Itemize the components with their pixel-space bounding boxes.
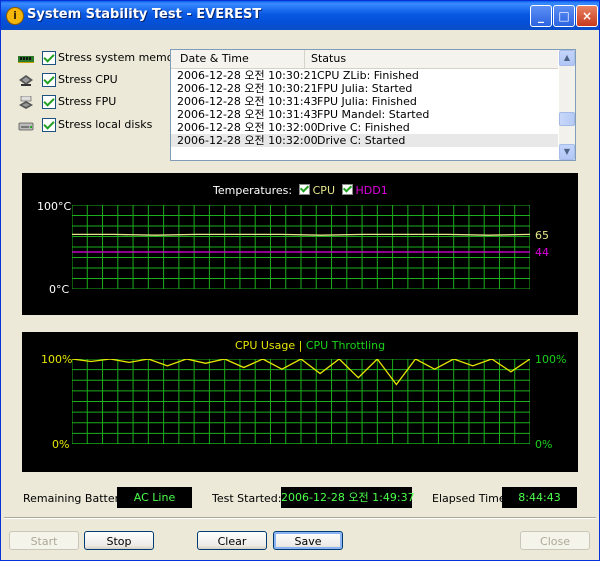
log-header: Date & Time Status [171, 50, 558, 69]
start-button[interactable]: Start [9, 531, 79, 550]
separator [4, 517, 596, 519]
stress-fpu-checkbox[interactable] [42, 95, 56, 109]
log-row[interactable]: 2006-12-28 오전 10:30:21 CPU ZLib: Finishe… [171, 69, 558, 82]
log-status: FPU Mandel: Started [317, 108, 430, 121]
log-time: 2006-12-28 오전 10:32:00 [177, 134, 318, 147]
log-status: CPU ZLib: Finished [317, 69, 419, 82]
temp-y-bottom: 0°C [49, 283, 70, 296]
save-button[interactable]: Save [273, 531, 343, 550]
cpu-temp-value: 65 [535, 229, 549, 242]
log-time: 2006-12-28 오전 10:31:43 [177, 95, 318, 108]
elapsed-time-value: 8:44:43 [502, 487, 577, 508]
cpu-temp-checkbox[interactable] [298, 184, 310, 195]
temperatures-label: Temperatures: [213, 184, 293, 197]
grid [72, 359, 530, 444]
client-area: Stress system memory Stress CPU Stress F… [4, 30, 596, 557]
stress-memory-label: Stress system memory [58, 51, 185, 64]
close-button[interactable]: Close [520, 531, 590, 550]
cpu-temp-label: CPU [312, 184, 335, 197]
temp-y-top: 100°C [37, 200, 72, 213]
title-bar[interactable]: i System Stability Test - EVEREST _ □ × [1, 1, 599, 30]
window-title: System Stability Test - EVEREST [27, 7, 262, 22]
log-row[interactable]: 2006-12-28 오전 10:32:00 Drive C: Finished [171, 121, 558, 134]
scroll-down-button[interactable]: ▼ [559, 144, 575, 160]
column-status[interactable]: Status [311, 50, 346, 68]
grid [72, 205, 530, 289]
app-window: i System Stability Test - EVEREST _ □ × … [0, 0, 600, 561]
usage-y-top-left: 100% [41, 353, 73, 366]
log-status: FPU Julia: Finished [317, 95, 417, 108]
log-row[interactable]: 2006-12-28 오전 10:31:43 FPU Mandel: Start… [171, 108, 558, 121]
remaining-battery-value: AC Line [117, 487, 192, 508]
log-status: Drive C: Finished [317, 121, 410, 134]
fpu-icon [19, 96, 33, 109]
test-started-label: Test Started: [212, 492, 282, 505]
scroll-thumb[interactable] [559, 112, 575, 126]
hdd-temp-value: 44 [535, 246, 549, 259]
close-window-button[interactable]: × [576, 5, 598, 27]
temperature-header: Temperatures: CPU HDD1 [213, 184, 388, 197]
remaining-battery-label: Remaining Battery: [23, 492, 129, 505]
stress-disks-label: Stress local disks [58, 118, 153, 131]
log-time: 2006-12-28 오전 10:30:21 [177, 82, 318, 95]
cpu-usage-plot [72, 359, 530, 444]
stress-memory-checkbox[interactable] [42, 51, 56, 65]
log-time: 2006-12-28 오전 10:30:21 [177, 69, 318, 82]
log-scrollbar[interactable]: ▲ ▼ [559, 50, 575, 160]
stress-cpu-label: Stress CPU [58, 73, 118, 86]
usage-y-bottom-left: 0% [52, 438, 70, 451]
log-time: 2006-12-28 오전 10:32:00 [177, 121, 318, 134]
info-icon: i [6, 7, 24, 25]
cpu-usage-graph: CPU Usage | CPU Throttling 100% 0% 100% … [22, 332, 578, 472]
stress-fpu-label: Stress FPU [58, 95, 117, 108]
clear-button[interactable]: Clear [197, 531, 267, 550]
cpu-temp-series [72, 233, 530, 236]
stress-cpu-checkbox[interactable] [42, 73, 56, 87]
temperature-plot [72, 205, 530, 289]
log-time: 2006-12-28 오전 10:31:43 [177, 108, 318, 121]
cpu-throttling-label: CPU Throttling [305, 339, 386, 352]
column-date-time[interactable]: Date & Time [171, 50, 305, 68]
log-row[interactable]: 2006-12-28 오전 10:32:00 Drive C: Started [171, 134, 558, 147]
cpu-icon [19, 75, 33, 86]
hdd-temp-checkbox[interactable] [341, 184, 353, 195]
usage-y-bottom-right: 0% [535, 438, 553, 451]
test-started-value: 2006-12-28 오전 1:49:37 [281, 487, 415, 508]
temperature-graph: Temperatures: CPU HDD1 100°C 0°C 65 44 [22, 173, 578, 315]
log-list[interactable]: Date & Time Status 2006-12-28 오전 10:30:2… [170, 49, 576, 161]
usage-header: CPU Usage | CPU Throttling [235, 339, 385, 352]
disk-icon [18, 122, 34, 131]
log-status: FPU Julia: Started [317, 82, 413, 95]
elapsed-time-label: Elapsed Time: [432, 492, 510, 505]
cpu-usage-label: CPU Usage [235, 339, 296, 352]
log-status: Drive C: Started [317, 134, 406, 147]
minimize-button[interactable]: _ [530, 5, 552, 27]
stress-disks-checkbox[interactable] [42, 118, 56, 132]
memory-icon [18, 56, 34, 63]
maximize-button[interactable]: □ [553, 5, 575, 27]
scroll-up-button[interactable]: ▲ [559, 50, 575, 66]
usage-separator: | [298, 339, 303, 352]
stop-button[interactable]: Stop [84, 531, 154, 550]
hdd-temp-label: HDD1 [355, 184, 388, 197]
log-row[interactable]: 2006-12-28 오전 10:31:43 FPU Julia: Finish… [171, 95, 558, 108]
log-row[interactable]: 2006-12-28 오전 10:30:21 FPU Julia: Starte… [171, 82, 558, 95]
usage-y-top-right: 100% [535, 353, 567, 366]
